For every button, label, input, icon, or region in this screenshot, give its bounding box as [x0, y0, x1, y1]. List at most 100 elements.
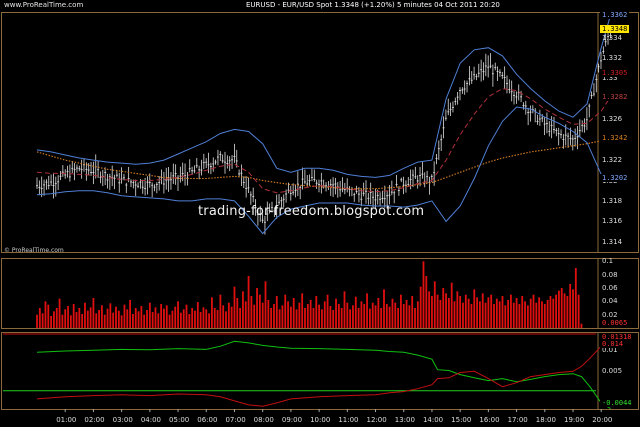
time-tick-label: 09:00 [281, 416, 303, 424]
volume-bar [216, 310, 219, 328]
volume-last-label: 0.0065 [600, 319, 630, 327]
volume-bar [368, 308, 371, 328]
price-tick-label: 1.316 [602, 217, 623, 226]
volume-bar [442, 288, 445, 328]
volume-bar [134, 308, 137, 328]
volume-bar [92, 298, 95, 328]
chart-window: www.ProRealTime.com EURUSD - EUR/USD Spo… [0, 0, 640, 427]
price-tick-label: 1.314 [602, 237, 623, 246]
volume-bar [194, 310, 196, 328]
volume-bar [196, 302, 199, 328]
volume-bar [298, 302, 301, 328]
volume-bar [464, 294, 467, 328]
time-tick-label: 18:00 [535, 416, 556, 424]
title-bar: www.ProRealTime.com EURUSD - EUR/USD Spo… [0, 0, 640, 10]
volume-bar [337, 304, 340, 328]
volume-bar [270, 308, 273, 328]
volume-bar [154, 307, 157, 328]
oscillator-plus-line [36, 340, 611, 410]
volume-bar [295, 309, 298, 328]
volume-bar [306, 304, 309, 328]
volume-bar [563, 293, 566, 328]
volume-bar [301, 293, 304, 328]
volume-bar [146, 310, 148, 328]
site-url[interactable]: www.ProRealTime.com [4, 1, 83, 9]
volume-bar [202, 307, 205, 328]
volume-bar [447, 298, 450, 328]
volume-bar [157, 313, 160, 328]
time-tick-label: 03:00 [112, 416, 133, 424]
credit-text: © ProRealTime.com [4, 247, 64, 254]
volume-bar [123, 304, 126, 328]
volume-bar [188, 314, 191, 328]
volume-bar [275, 296, 278, 328]
volume-bar [278, 309, 281, 328]
oscillator-bottom-label: -0.0044 [600, 399, 634, 407]
volume-bar [501, 296, 504, 328]
time-tick-label: 10:00 [310, 416, 331, 424]
volume-bar [95, 313, 98, 328]
volume-bar [267, 300, 270, 328]
volume-bar [391, 298, 394, 328]
volume-bar [560, 288, 563, 328]
volume-bar [103, 314, 106, 328]
volume-bar [385, 304, 388, 328]
volume-bar [470, 304, 473, 328]
volume-bar [41, 313, 44, 328]
volume-tick-label: 0.04 [602, 297, 618, 306]
volume-bar [120, 315, 123, 328]
time-tick-label: 17:00 [507, 416, 528, 424]
volume-bar [199, 312, 202, 328]
volume-bar [109, 303, 112, 328]
volume-bar [507, 300, 510, 328]
volume-bar [64, 309, 67, 328]
volume-bar [47, 304, 50, 328]
volume-bar [284, 294, 287, 328]
time-tick-label: 16:00 [479, 416, 500, 424]
volume-bar [529, 298, 532, 328]
volume-bar [518, 304, 521, 328]
volume-bar [479, 301, 481, 328]
volume-bar [160, 304, 163, 328]
volume-bar [397, 308, 399, 328]
volume-bar [428, 291, 431, 328]
volume-bar [349, 309, 352, 328]
volume-bar [312, 308, 315, 328]
volume-bar [566, 296, 569, 328]
volume-bar [400, 294, 402, 328]
volume-bar [239, 308, 242, 328]
volume-bar [126, 309, 129, 328]
volume-bar [515, 298, 518, 328]
volume-bar [222, 305, 225, 328]
band-lower-label: 1.3202 [600, 174, 630, 183]
time-tick-label: 12:00 [366, 416, 387, 424]
time-tick-label: 11:00 [338, 416, 359, 424]
volume-bar [281, 305, 284, 328]
volume-bar [261, 302, 264, 328]
volume-bar [453, 301, 456, 328]
volume-bar [422, 261, 425, 328]
moving-average-label: 1.3242 [600, 133, 630, 142]
volume-tick-label: 0.02 [602, 310, 618, 319]
volume-bar [38, 308, 41, 328]
price-tick-label: 1.334 [602, 33, 623, 42]
volume-bar [219, 294, 222, 328]
volume-bar [50, 316, 53, 328]
volume-bar [244, 301, 247, 328]
volume-bar [58, 298, 61, 328]
volume-bar [416, 301, 419, 328]
volume-bar [61, 314, 64, 328]
volume-bar [213, 308, 216, 328]
volume-bar [115, 306, 117, 328]
volume-bar [473, 289, 476, 328]
volume-bar [132, 314, 134, 328]
volume-bar [459, 296, 462, 328]
volume-bar [512, 302, 515, 328]
volume-bar [315, 296, 318, 328]
watermark-text: trading-for-freedom.blogspot.com [198, 204, 425, 219]
price-tick-label: 1.322 [602, 156, 623, 165]
volume-bar [532, 294, 535, 328]
volume-bar [292, 298, 295, 328]
volume-bar [233, 286, 236, 328]
time-tick-label: 06:00 [197, 416, 218, 424]
